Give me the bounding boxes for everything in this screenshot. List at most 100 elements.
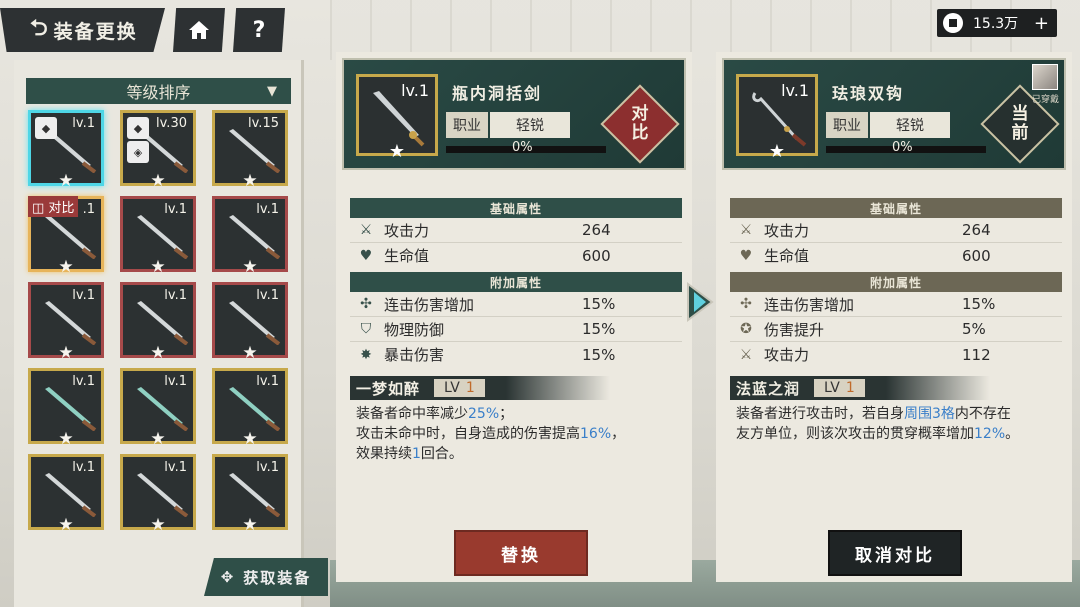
help-icon: ? (252, 17, 266, 43)
skill-text: 回合。 (420, 446, 463, 462)
sort-dropdown[interactable]: 等级排序 ▼ (26, 78, 291, 104)
equipment-icon-frame: lv.1 ★ (736, 74, 818, 162)
weapon-icon (45, 301, 97, 345)
coin-icon (943, 13, 963, 33)
compare-badge: 对比 (600, 84, 680, 164)
weapon-icon (137, 215, 189, 259)
weapon-icon (137, 473, 189, 517)
attr-name: 生命值 (764, 247, 810, 265)
skill-highlight: 1 (412, 446, 421, 462)
base-attributes-header: 基础属性 (350, 198, 682, 218)
attr-row: ✣ 连击伤害增加 15% (350, 292, 682, 317)
star-icon: ★ (150, 429, 166, 449)
skill-level: LV 1 (434, 379, 485, 397)
skill-text: 装备者命中率减少 (356, 406, 468, 422)
equipment-slot[interactable]: lv.1 ★ (120, 196, 196, 277)
skill-header: 一梦如醉 LV 1 (350, 376, 610, 400)
attr-value: 15% (582, 345, 616, 364)
heart-icon: ♥ (359, 247, 373, 264)
weapon-icon (229, 387, 281, 431)
equipment-slot[interactable]: lv.1 ★ (212, 282, 288, 363)
class-key: 职业 (826, 112, 868, 138)
set-badge-icon: ◈ (127, 141, 149, 163)
compare-badge-label: 对比 (631, 104, 649, 143)
skill-text: ， (611, 426, 626, 442)
equipment-slot[interactable]: lv.1 ★ (28, 368, 104, 449)
attr-value: 264 (582, 221, 611, 239)
attr-name: 连击伤害增加 (384, 295, 475, 314)
attr-value: 5% (962, 320, 986, 338)
get-equipment-button[interactable]: ✥ 获取装备 (204, 558, 328, 596)
class-row: 职业 轻锐 (446, 112, 570, 138)
selected-equipment-panel: lv.1 ★ 瓶内洞括剑 职业 轻锐 0% 对比 基础属性 ⚔ 攻击力 264 … (336, 52, 692, 582)
back-arrow-icon: ⮌ (30, 16, 50, 41)
star-icon: ★ (388, 141, 406, 162)
attr-row: ⛉ 物理防御 15% (350, 317, 682, 342)
replace-button[interactable]: 替换 (454, 530, 588, 576)
equipment-slot[interactable]: lv.1 ★ (212, 196, 288, 277)
worn-label: 已穿戴 (1032, 95, 1060, 105)
star-icon: ★ (58, 171, 74, 191)
skill-highlight: 25% (468, 406, 500, 422)
attr-value: 15% (582, 320, 616, 338)
star-icon: ★ (58, 429, 74, 449)
equipment-slot[interactable]: lv.1 ★ (28, 454, 104, 535)
attr-name: 攻击力 (764, 221, 810, 240)
slot-level: lv.30 (156, 116, 187, 131)
equipment-slot[interactable]: lv.1 ★ (28, 282, 104, 363)
weapon-icon (137, 387, 189, 431)
home-button[interactable] (173, 8, 225, 52)
slot-level: lv.1 (164, 374, 187, 389)
chevron-down-icon: ▼ (267, 83, 277, 99)
currency-display: 15.3万 + (937, 9, 1057, 37)
attr-row: ♥ 生命值 600 (730, 243, 1062, 268)
star-icon: ★ (150, 171, 166, 191)
equipment-slot[interactable]: lv.30 ◆ ◈ ★ (120, 110, 196, 191)
weapon-icon (45, 215, 97, 259)
attr-name: 生命值 (384, 247, 430, 265)
help-button[interactable]: ? (233, 8, 285, 52)
attr-name: 暴击伤害 (384, 346, 445, 364)
skill-text: 。 (1005, 426, 1020, 442)
base-attributes-header: 基础属性 (730, 198, 1062, 218)
back-button[interactable]: ⮌ 装备更换 (0, 8, 165, 52)
attr-row: ✸ 暴击伤害 15% (350, 342, 682, 367)
equipment-slot[interactable]: lv.1 ★ (120, 282, 196, 363)
slot-level: lv.15 (248, 116, 279, 131)
damage-up-icon: ✪ (740, 321, 752, 337)
star-icon: ★ (150, 515, 166, 535)
star-icon: ★ (242, 429, 258, 449)
equipment-slot[interactable]: lv.1 ◆ ★ (28, 110, 104, 191)
equipment-slot[interactable]: lv.1 ★ (212, 368, 288, 449)
skill-highlight: 16% (580, 426, 612, 442)
cancel-compare-button[interactable]: 取消对比 (828, 530, 962, 576)
slot-level: lv.1 (72, 116, 95, 131)
attr-name: 物理防御 (384, 320, 445, 339)
slot-level: lv.1 (72, 288, 95, 303)
attr-value: 264 (962, 221, 991, 239)
star-icon: ★ (242, 171, 258, 191)
equipment-icon-frame: lv.1 ★ (356, 74, 438, 162)
equipment-slot[interactable]: lv.1 ★ (120, 368, 196, 449)
skill-level-label: LV (444, 380, 460, 396)
slot-level: lv.1 (164, 460, 187, 475)
swords-icon: ⚔ (739, 346, 753, 363)
slot-level: lv.1 (256, 460, 279, 475)
class-row: 职业 轻锐 (826, 112, 950, 138)
skill-text: ； (499, 406, 514, 422)
equipment-slot[interactable]: .1 ◫ 对比 ★ (28, 196, 104, 277)
star-icon: ★ (768, 141, 786, 162)
skill-name: 法蓝之润 (736, 379, 801, 398)
equipment-slot[interactable]: lv.1 ★ (212, 454, 288, 535)
equipment-name: 珐琅双钩 (832, 84, 905, 103)
star-icon: ★ (58, 343, 74, 363)
equipment-slot[interactable]: lv.15 ★ (212, 110, 288, 191)
crit-icon: ✸ (360, 346, 372, 363)
worn-by-avatar: 已穿戴 (1032, 64, 1060, 105)
skill-highlight: 周围3格 (904, 406, 955, 422)
sort-label: 等级排序 (126, 83, 191, 102)
add-currency-button[interactable]: + (1034, 13, 1049, 34)
class-value: 轻锐 (870, 112, 950, 138)
slot-level: lv.1 (256, 374, 279, 389)
equipment-slot[interactable]: lv.1 ★ (120, 454, 196, 535)
